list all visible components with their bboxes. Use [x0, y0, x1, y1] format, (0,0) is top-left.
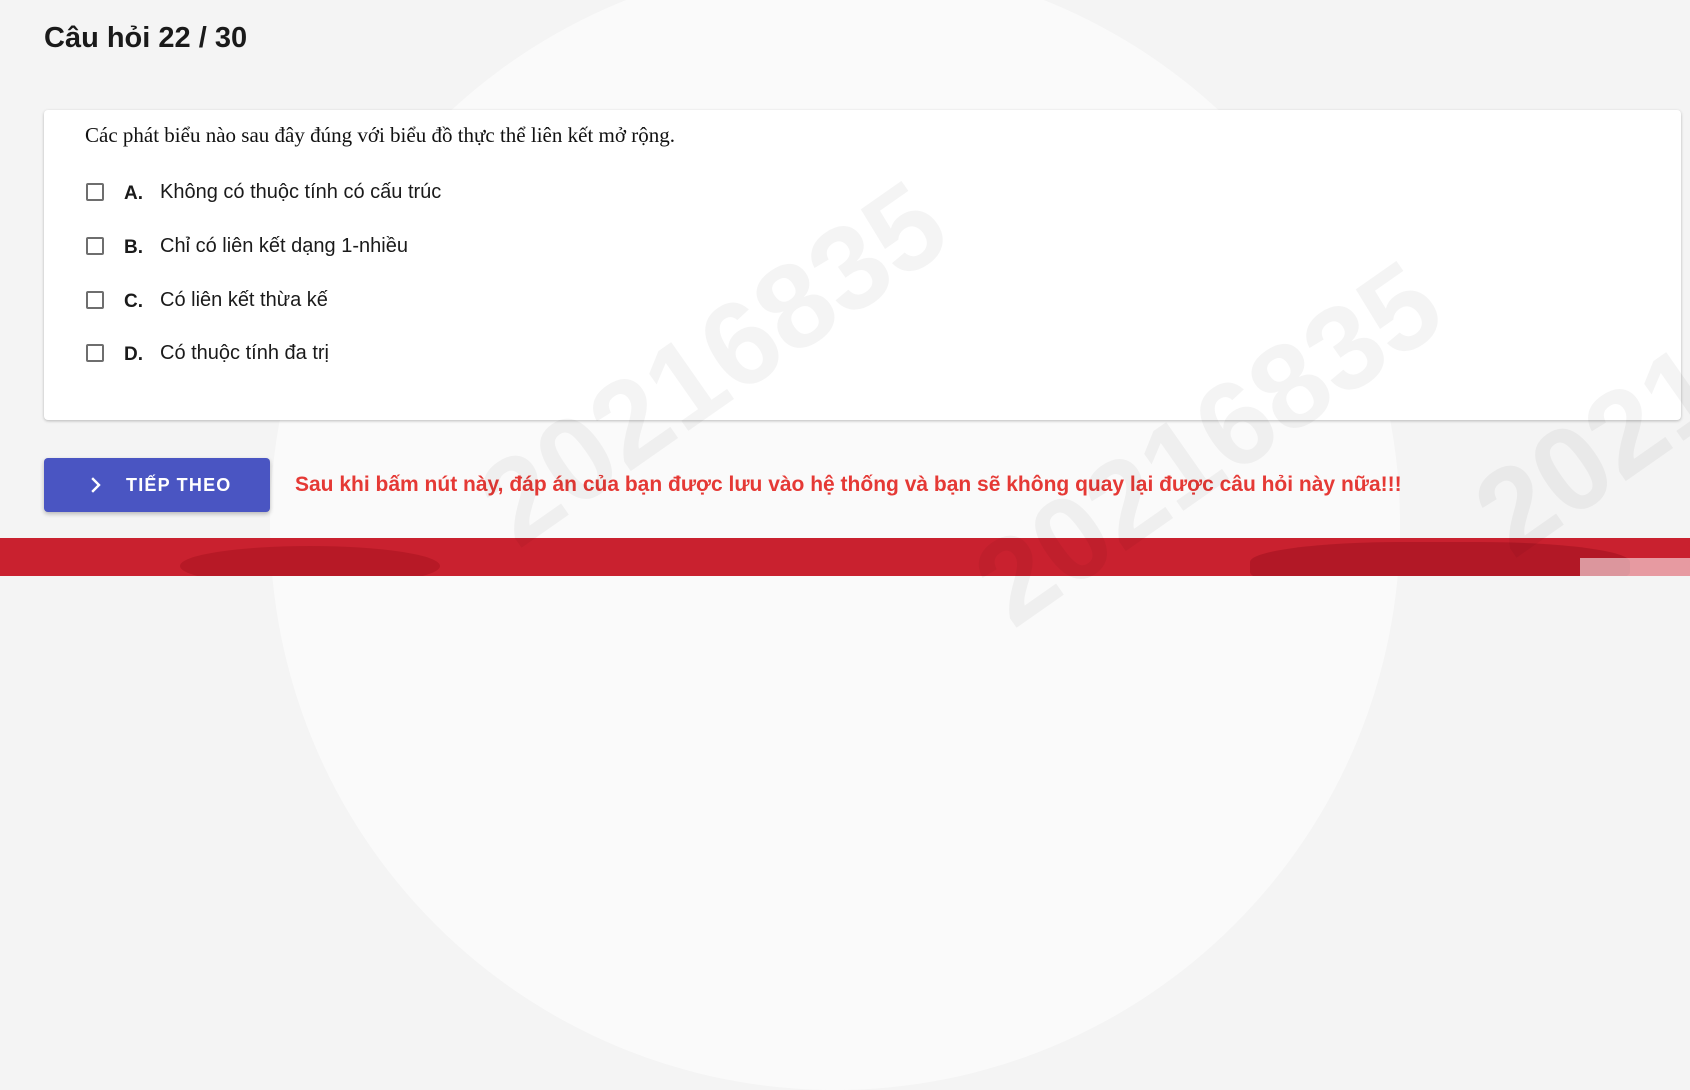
option-a-letter: A. [124, 183, 143, 204]
question-card: Các phát biểu nào sau đây đúng với biểu … [44, 110, 1681, 420]
option-c[interactable]: C. Có liên kết thừa kế [86, 285, 328, 315]
option-a-text: Không có thuộc tính có cấu trúc [160, 180, 442, 203]
question-text: Các phát biểu nào sau đây đúng với biểu … [85, 123, 675, 147]
next-button-label: TIẾP THEO [126, 474, 232, 495]
option-b-checkbox[interactable] [86, 237, 104, 255]
next-button[interactable]: TIẾP THEO [44, 458, 270, 512]
option-c-checkbox[interactable] [86, 291, 104, 309]
option-a[interactable]: A. Không có thuộc tính có cấu trúc [86, 177, 441, 207]
option-b-letter: B. [124, 237, 143, 258]
footer-texture [1580, 558, 1690, 576]
option-c-letter: C. [124, 291, 143, 312]
footer-texture [1250, 542, 1630, 576]
option-d-letter: D. [124, 344, 143, 365]
chevron-right-icon [91, 477, 101, 493]
option-b[interactable]: B. Chỉ có liên kết dạng 1-nhiều [86, 231, 408, 261]
option-c-text: Có liên kết thừa kế [160, 288, 328, 311]
option-d[interactable]: D. Có thuộc tính đa trị [86, 338, 329, 368]
option-b-text: Chỉ có liên kết dạng 1-nhiều [160, 234, 408, 257]
option-a-checkbox[interactable] [86, 183, 104, 201]
footer-texture [180, 546, 440, 576]
warning-message: Sau khi bấm nút này, đáp án của bạn được… [295, 473, 1402, 496]
option-d-checkbox[interactable] [86, 344, 104, 362]
question-counter: Câu hỏi 22 / 30 [44, 22, 248, 54]
option-d-text: Có thuộc tính đa trị [160, 341, 329, 364]
footer-band [0, 538, 1690, 576]
